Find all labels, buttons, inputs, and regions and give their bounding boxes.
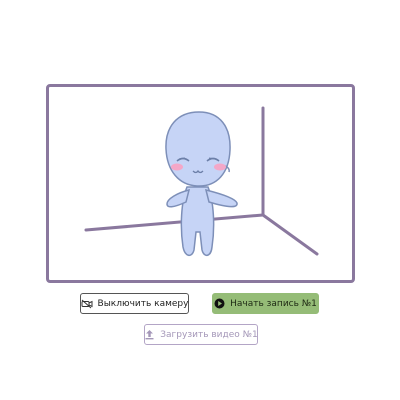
start-recording-button[interactable]: Начать запись №1 [212,293,319,314]
scene-canvas [84,106,319,256]
upload-icon [144,329,155,340]
chibi-character [165,111,238,256]
camera-off-icon [81,299,93,309]
camera-toggle-button[interactable]: Выключить камеру [80,293,189,314]
upload-video-label: Загрузить видео №1 [160,329,258,340]
start-recording-label: Начать запись №1 [230,298,317,309]
record-icon [214,298,225,309]
upload-video-button[interactable]: Загрузить видео №1 [144,324,258,345]
video-preview [46,84,355,283]
camera-toggle-label: Выключить камеру [97,298,189,309]
